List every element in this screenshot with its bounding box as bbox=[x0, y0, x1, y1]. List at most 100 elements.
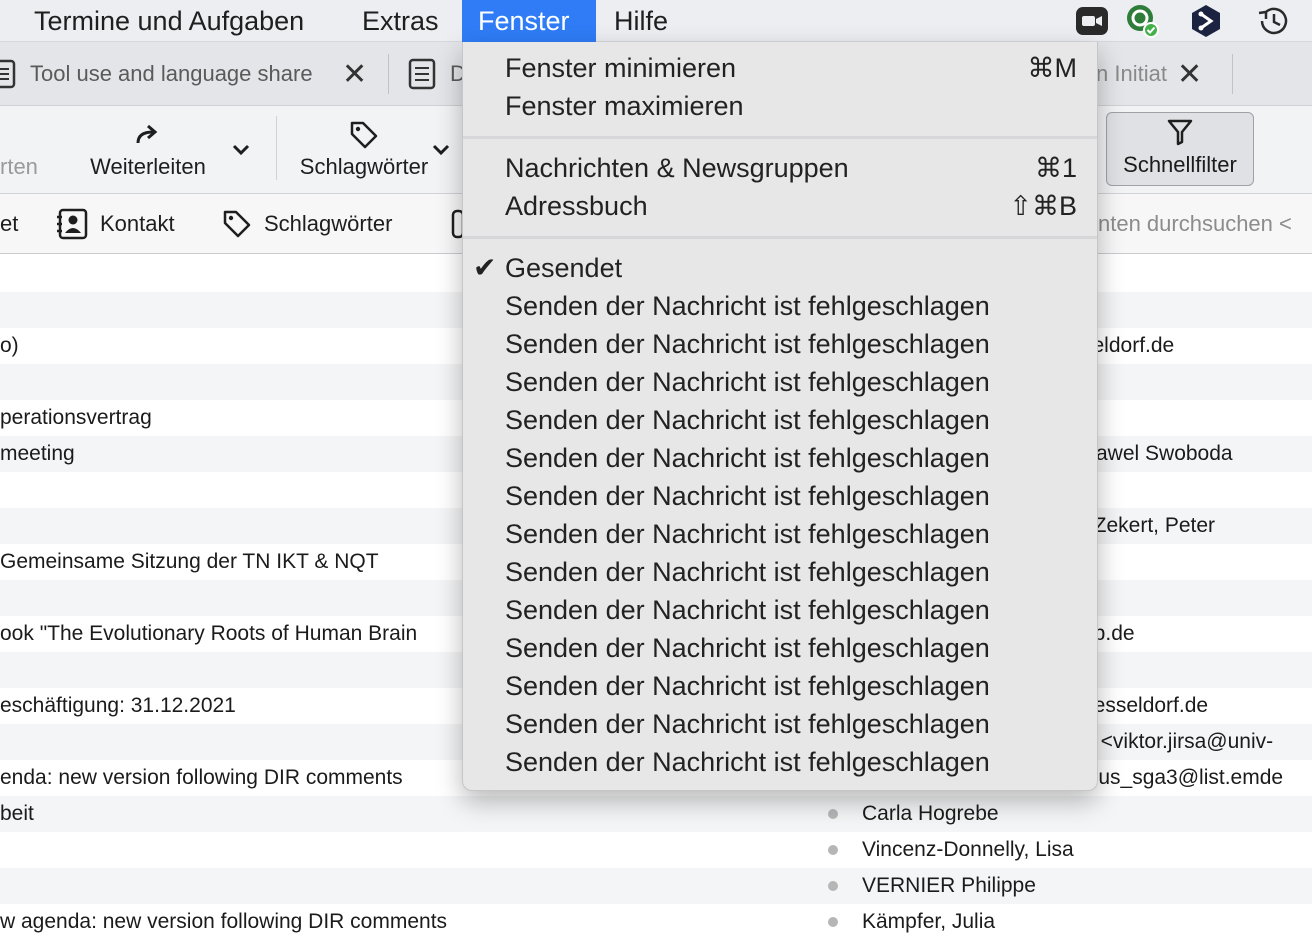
message-correspondent: Pawel Swoboda bbox=[1082, 442, 1233, 465]
filter-icon bbox=[1167, 119, 1193, 146]
menu-separator bbox=[463, 236, 1097, 239]
toolbar-reply-button-partial[interactable]: rten bbox=[0, 112, 38, 188]
menu-item-label: Senden der Nachricht ist fehlgeschlagen bbox=[505, 481, 990, 511]
menu-item[interactable]: Senden der Nachricht ist fehlgeschlagen bbox=[463, 325, 1097, 363]
menu-item-label: Fenster minimieren bbox=[505, 53, 737, 83]
tab-separator bbox=[388, 54, 389, 94]
message-subject: meeting bbox=[0, 442, 75, 465]
message-subject: eschäftigung: 31.12.2021 bbox=[0, 694, 236, 717]
close-tab-icon[interactable]: ✕ bbox=[342, 57, 367, 92]
menu-item-label: Nachrichten & Newsgruppen bbox=[505, 153, 849, 183]
menu-extras[interactable]: Extras bbox=[346, 0, 455, 42]
quick-filter-label: Schnellfilter bbox=[1123, 152, 1237, 177]
chevron-down-icon bbox=[232, 144, 250, 156]
table-row[interactable]: beit Carla Hogrebe bbox=[0, 796, 1312, 832]
menu-item-label: Senden der Nachricht ist fehlgeschlagen bbox=[505, 329, 990, 359]
time-machine-icon[interactable] bbox=[1256, 4, 1292, 38]
read-status-dot[interactable] bbox=[828, 809, 838, 819]
menu-item[interactable]: Fenster minimieren ⌘M bbox=[463, 49, 1097, 87]
app-badge-icon[interactable] bbox=[1124, 4, 1160, 38]
menu-item-label: Senden der Nachricht ist fehlgeschlagen bbox=[505, 709, 990, 739]
menu-item[interactable]: Senden der Nachricht ist fehlgeschlagen bbox=[463, 477, 1097, 515]
menu-item[interactable]: Senden der Nachricht ist fehlgeschlagen bbox=[463, 287, 1097, 325]
tag-icon bbox=[350, 121, 378, 149]
message-subject: Gemeinsame Sitzung der TN IKT & NQT bbox=[0, 550, 379, 573]
filter-partial-label: et bbox=[0, 211, 19, 236]
menu-item[interactable]: Senden der Nachricht ist fehlgeschlagen bbox=[463, 667, 1097, 705]
message-correspondent: uesseldorf.de bbox=[1082, 694, 1209, 717]
search-input[interactable]: nten durchsuchen < bbox=[1098, 206, 1312, 242]
menu-item-shortcut: ⇧⌘B bbox=[1009, 191, 1077, 221]
message-correspondent: VERNIER Philippe bbox=[862, 874, 1036, 897]
menu-separator bbox=[463, 136, 1097, 139]
menu-item[interactable]: Senden der Nachricht ist fehlgeschlagen bbox=[463, 629, 1097, 667]
message-subject: beit bbox=[0, 802, 34, 825]
menu-item[interactable]: ✔ Gesendet bbox=[463, 249, 1097, 287]
message-subject: perationsvertrag bbox=[0, 406, 152, 429]
message-subject: w agenda: new version following DIR comm… bbox=[0, 910, 448, 933]
menu-item[interactable]: Senden der Nachricht ist fehlgeschlagen bbox=[463, 743, 1097, 781]
menu-item[interactable]: Senden der Nachricht ist fehlgeschlagen bbox=[463, 515, 1097, 553]
menu-termine-und-aufgaben[interactable]: Termine und Aufgaben bbox=[18, 0, 320, 42]
contact-card-icon bbox=[57, 208, 88, 240]
menu-item-shortcut: ⌘M bbox=[1027, 53, 1078, 83]
menu-item[interactable]: Senden der Nachricht ist fehlgeschlagen bbox=[463, 401, 1097, 439]
menu-item-label: Senden der Nachricht ist fehlgeschlagen bbox=[505, 671, 990, 701]
message-subject: o) bbox=[0, 334, 19, 357]
message-correspondent: Vincenz-Donnelly, Lisa bbox=[862, 838, 1074, 861]
menu-item-label: Gesendet bbox=[505, 253, 623, 283]
filter-tags-label: Schlagwörter bbox=[264, 211, 393, 236]
menu-item[interactable]: Nachrichten & Newsgruppen ⌘1 bbox=[463, 149, 1097, 187]
menu-hilfe[interactable]: Hilfe bbox=[598, 0, 684, 42]
filter-contact[interactable]: Kontakt bbox=[56, 206, 175, 242]
filter-contact-label: Kontakt bbox=[100, 211, 175, 236]
tag-icon bbox=[223, 210, 251, 238]
message-correspondent: fr <viktor.jirsa@univ- bbox=[1082, 730, 1274, 753]
tab-second[interactable]: D bbox=[408, 52, 468, 96]
menu-item-label: Senden der Nachricht ist fehlgeschlagen bbox=[505, 595, 990, 625]
message-correspondent: , Zekert, Peter bbox=[1082, 514, 1216, 537]
read-status-dot[interactable] bbox=[828, 881, 838, 891]
message-correspondent: Kämpfer, Julia bbox=[862, 910, 996, 933]
menu-bar: Termine und Aufgaben Extras Fenster Hilf… bbox=[0, 0, 1312, 42]
menu-item[interactable]: Senden der Nachricht ist fehlgeschlagen bbox=[463, 553, 1097, 591]
read-status-dot[interactable] bbox=[828, 917, 838, 927]
diamond-arrow-icon[interactable] bbox=[1188, 4, 1224, 38]
message-subject: ook "The Evolutionary Roots of Human Bra… bbox=[0, 622, 418, 645]
tags-button[interactable]: Schlagwörter bbox=[292, 112, 436, 188]
tab-separator bbox=[1232, 54, 1233, 94]
message-correspondent: Carla Hogrebe bbox=[862, 802, 999, 825]
menu-fenster[interactable]: Fenster bbox=[462, 0, 596, 42]
menu-item-shortcut: ⌘1 bbox=[1034, 153, 1077, 183]
menu-item-label: Fenster maximieren bbox=[505, 91, 744, 121]
menu-item[interactable]: Senden der Nachricht ist fehlgeschlagen bbox=[463, 705, 1097, 743]
tags-dropdown[interactable] bbox=[428, 112, 454, 188]
tab-tool-use[interactable]: Tool use and language share ✕ bbox=[0, 52, 370, 96]
menu-item-label: Senden der Nachricht ist fehlgeschlagen bbox=[505, 367, 990, 397]
menu-item[interactable]: Senden der Nachricht ist fehlgeschlagen bbox=[463, 591, 1097, 629]
quick-filter-button[interactable]: Schnellfilter bbox=[1106, 112, 1254, 186]
tab-label: n Initiat bbox=[1096, 61, 1167, 86]
menu-item-label: Senden der Nachricht ist fehlgeschlagen bbox=[505, 443, 990, 473]
table-row[interactable]: Vincenz-Donnelly, Lisa bbox=[0, 832, 1312, 868]
menu-item[interactable]: Fenster maximieren bbox=[463, 87, 1097, 125]
menu-item[interactable]: Adressbuch ⇧⌘B bbox=[463, 187, 1097, 225]
tab-initiat[interactable]: n Initiat ✕ bbox=[1096, 52, 1216, 96]
table-row[interactable]: w agenda: new version following DIR comm… bbox=[0, 904, 1312, 940]
menu-item-label: Senden der Nachricht ist fehlgeschlagen bbox=[505, 747, 990, 777]
close-tab-icon[interactable]: ✕ bbox=[1177, 57, 1202, 92]
forward-label: Weiterleiten bbox=[90, 154, 206, 179]
forward-button[interactable]: Weiterleiten bbox=[84, 112, 212, 188]
filter-tags[interactable]: Schlagwörter bbox=[222, 206, 392, 242]
table-row[interactable]: VERNIER Philippe bbox=[0, 868, 1312, 904]
menu-item[interactable]: Senden der Nachricht ist fehlgeschlagen bbox=[463, 439, 1097, 477]
read-status-dot[interactable] bbox=[828, 845, 838, 855]
document-icon bbox=[0, 59, 16, 89]
toolbar-separator bbox=[276, 116, 277, 180]
menu-item[interactable]: Senden der Nachricht ist fehlgeschlagen bbox=[463, 363, 1097, 401]
fenster-menu: Fenster minimieren ⌘M Fenster maximieren Na… bbox=[462, 42, 1098, 791]
video-camera-icon[interactable] bbox=[1074, 4, 1110, 38]
tab-label: Tool use and language share bbox=[30, 61, 313, 86]
forward-dropdown[interactable] bbox=[226, 112, 256, 188]
filter-partial[interactable]: et bbox=[0, 206, 18, 242]
